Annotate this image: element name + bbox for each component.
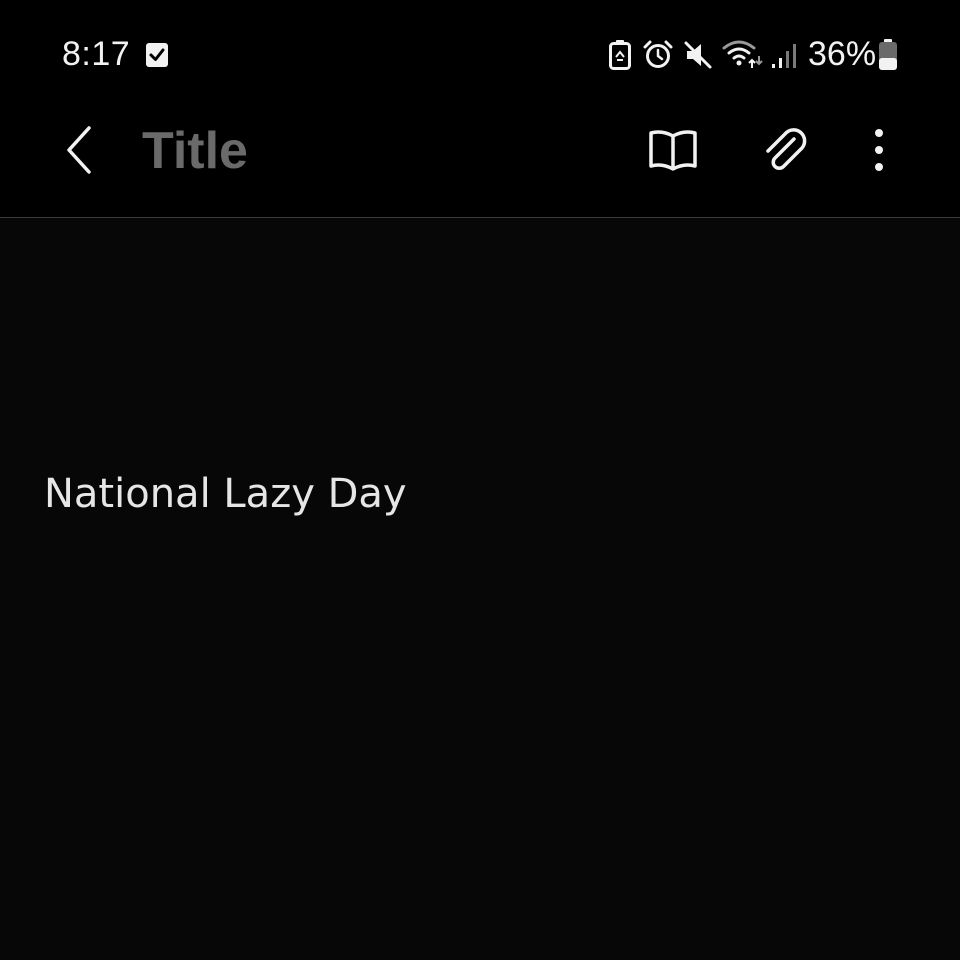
signal-icon	[772, 44, 796, 68]
note-body[interactable]	[0, 218, 960, 960]
more-vertical-icon	[875, 129, 883, 171]
more-options-button[interactable]	[856, 118, 902, 182]
status-time: 8:17	[62, 35, 131, 73]
chevron-left-icon	[67, 126, 91, 174]
mute-icon	[684, 41, 712, 69]
note-body-text[interactable]: National Lazy Day	[44, 470, 407, 518]
status-bar: 8:17 36%	[0, 0, 960, 108]
paperclip-icon	[766, 128, 807, 170]
battery-percent: 36%	[808, 35, 877, 73]
title-input[interactable]	[142, 118, 582, 184]
wifi-icon	[722, 40, 763, 68]
battery-icon	[879, 39, 897, 70]
battery-saver-icon	[609, 40, 631, 70]
reading-mode-button[interactable]	[640, 118, 706, 182]
checkbox-notification-icon	[146, 43, 168, 67]
alarm-icon	[643, 40, 673, 68]
open-book-icon	[649, 130, 697, 171]
attach-button[interactable]	[752, 118, 818, 182]
back-button[interactable]	[48, 118, 112, 182]
